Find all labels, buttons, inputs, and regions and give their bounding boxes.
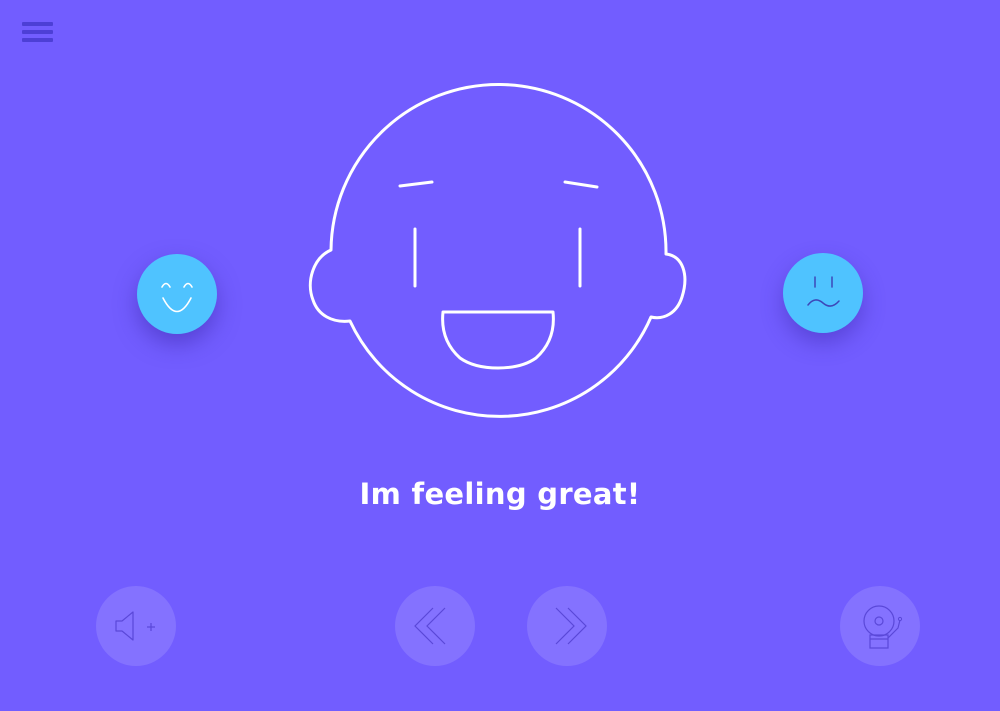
mood-meh-button[interactable] [783,253,863,333]
volume-up-button[interactable] [96,586,176,666]
double-chevron-right-icon [555,607,587,645]
mood-happy-button[interactable] [137,254,217,334]
alarm-button[interactable] [840,586,920,666]
alarm-bell-icon [863,605,903,649]
happy-face-icon [161,282,193,313]
menu-icon-bar-top [22,22,53,26]
double-chevron-left-icon [414,607,446,645]
big-happy-face-icon [308,83,687,418]
feeling-caption: Im feeling great! [359,477,641,511]
speaker-plus-icon [115,611,155,641]
next-button[interactable] [527,586,607,666]
menu-icon-bar-bottom [22,38,53,42]
wavy-mouth-face-icon [807,276,840,307]
previous-button[interactable] [395,586,475,666]
menu-button[interactable] [22,20,54,44]
menu-icon-bar-middle [22,30,53,34]
